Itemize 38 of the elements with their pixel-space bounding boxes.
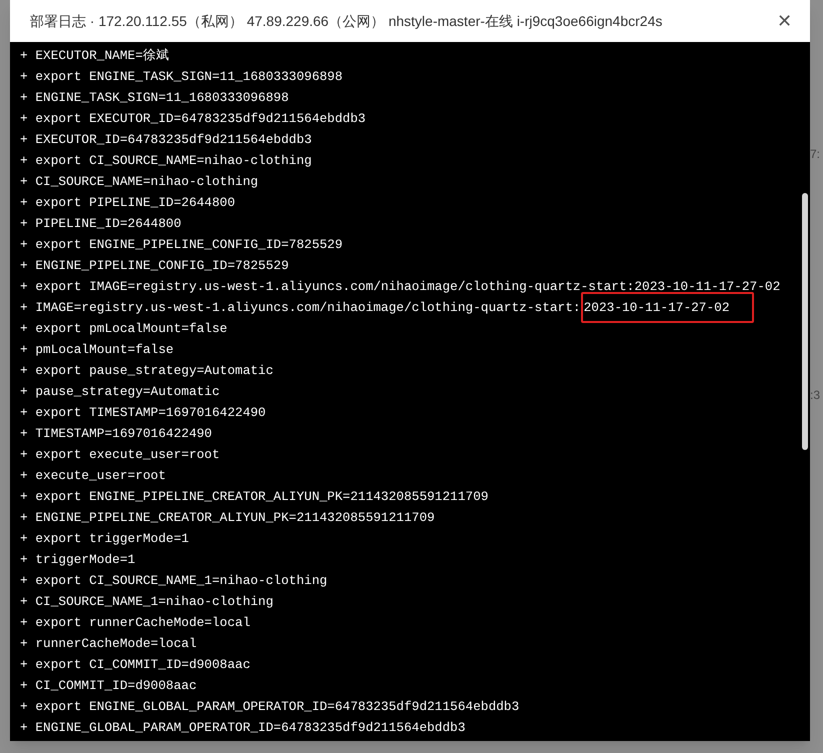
- log-line: + export runnerCacheMode=local: [20, 614, 250, 632]
- log-line: + ENGINE_TASK_SIGN=11_1680333096898: [20, 88, 289, 107]
- log-line: + execute_user=root: [20, 466, 166, 485]
- background-text: 7:: [810, 146, 820, 163]
- log-line: + export EXECUTOR_ID=64783235df9d211564ebddb3: [20, 110, 366, 128]
- log-line: + export ENGINE_GLOBAL_PARAM_OPERATOR_ID=64783235df9d211564ebddb3: [20, 698, 520, 716]
- log-line: + export execute_user=root: [20, 446, 220, 464]
- highlighted-timestamp: 2023-10-11-17-27-02: [580, 292, 754, 324]
- log-line: + ENGINE_PIPELINE_CONFIG_ID=7825529: [20, 256, 289, 275]
- log-line: + EXECUTOR_ID=64783235df9d211564ebddb3: [20, 130, 312, 149]
- log-line: + export ENGINE_PIPELINE_CONFIG_ID=7825529: [20, 236, 343, 254]
- background-text: :3: [810, 387, 820, 404]
- log-line: + export pmLocalMount=false: [20, 320, 228, 338]
- log-line: + export ENGINE_TASK_SIGN=11_1680333096898: [20, 68, 343, 86]
- log-line: + export CI_SOURCE_NAME=nihao-clothing: [20, 152, 312, 170]
- log-line: + triggerMode=1: [20, 550, 136, 569]
- log-line: + export ENGINE_PIPELINE_CREATOR_ALIYUN_PK=211432085591211709: [20, 488, 488, 506]
- log-line: + EXECUTOR_NAME=徐斌: [20, 46, 169, 65]
- log-line: + ENGINE_PIPELINE_CREATOR_ALIYUN_PK=211432085591211709: [20, 508, 435, 527]
- close-button[interactable]: ✕: [773, 12, 796, 30]
- log-line: + CI_SOURCE_NAME_1=nihao-clothing: [20, 592, 274, 611]
- log-line: + export pause_strategy=Automatic: [20, 362, 274, 380]
- log-line: + TIMESTAMP=1697016422490: [20, 424, 212, 443]
- log-line: + ENGINE_GLOBAL_PARAM_OPERATOR_ID=64783235df9d211564ebddb3: [20, 718, 466, 737]
- log-line: + pmLocalMount=false: [20, 340, 174, 359]
- log-line: + export PIPELINE_ID=2644800: [20, 194, 236, 212]
- log-line: + export triggerMode=1: [20, 530, 189, 548]
- log-line: + CI_SOURCE_NAME=nihao-clothing: [20, 172, 258, 191]
- log-line: + CI_COMMIT_ID=d9008aac: [20, 676, 197, 695]
- log-line: + export CI_COMMIT_ID=d9008aac: [20, 656, 250, 674]
- log-line: + IMAGE=registry.us-west-1.aliyuncs.com/nihaoimage/clothing-quartz-start:: [20, 298, 581, 317]
- log-line: + PIPELINE_ID=2644800: [20, 214, 182, 233]
- scrollbar-thumb[interactable]: [802, 193, 808, 450]
- dialog-title: 部署日志 · 172.20.112.55（私网） 47.89.229.66（公网） nhstyle-master-在线 i-rj9cq3oe66ign4bcr24s: [30, 12, 662, 31]
- log-line: + runnerCacheMode=local: [20, 634, 197, 653]
- log-line: + export CI_SOURCE_NAME_1=nihao-clothing: [20, 572, 328, 590]
- log-line: + pause_strategy=Automatic: [20, 382, 220, 401]
- log-line: + export TIMESTAMP=1697016422490: [20, 404, 266, 422]
